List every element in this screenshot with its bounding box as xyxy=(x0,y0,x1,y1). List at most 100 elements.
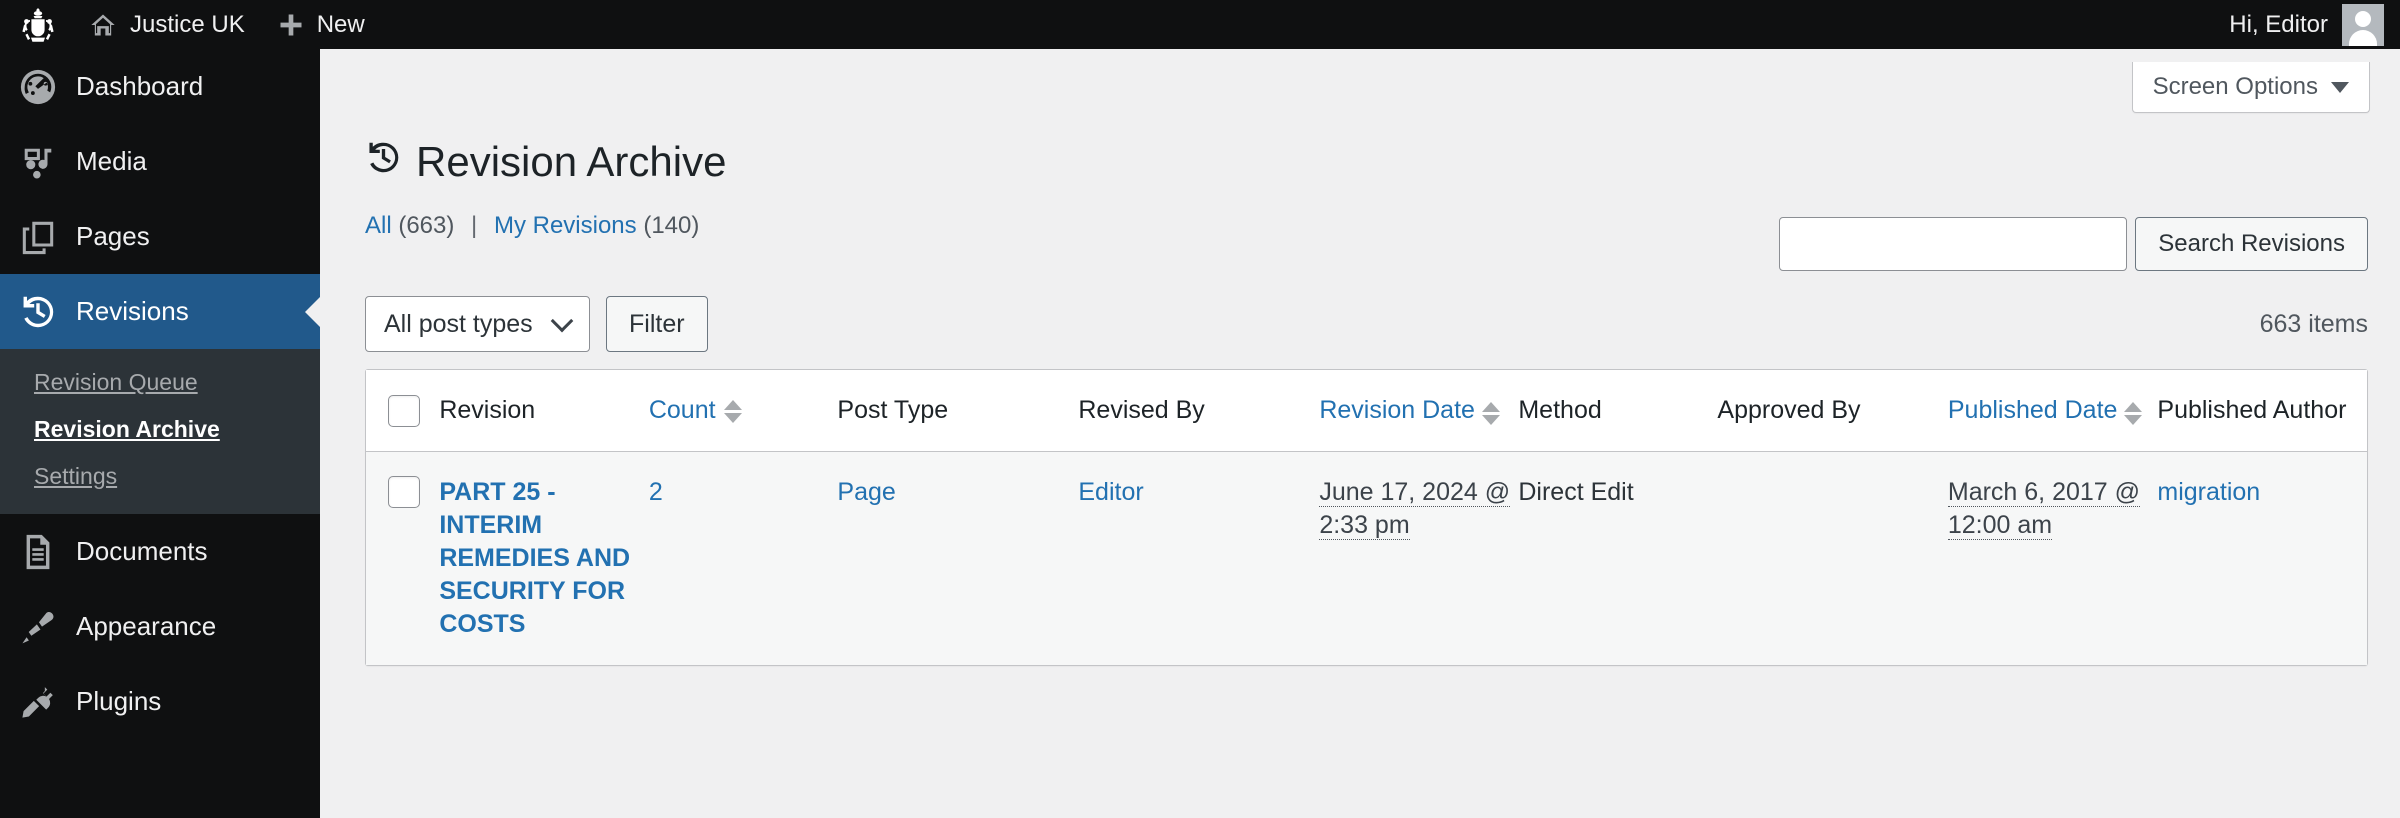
table-row: PART 25 - INTERIM REMEDIES AND SECURITY … xyxy=(366,451,2367,666)
screen-meta-links: Screen Options xyxy=(2131,62,2370,113)
published-date-value: March 6, 2017 @ 12:00 am xyxy=(1947,478,2141,540)
post-type-select[interactable]: All post types xyxy=(365,296,590,352)
new-content-label: New xyxy=(316,10,365,38)
column-header-revision-date[interactable]: Revision Date xyxy=(1319,370,1519,452)
sidebar-subitem-revision-queue[interactable]: Revision Queue xyxy=(0,359,320,406)
site-name-label: Justice UK xyxy=(130,10,245,38)
table-body: PART 25 - INTERIM REMEDIES AND SECURITY … xyxy=(366,451,2367,666)
sort-indicator-icon xyxy=(1481,401,1500,425)
wp-logo-menu-item[interactable] xyxy=(0,0,72,49)
column-sort-link-revision-date[interactable]: Revision Date xyxy=(1319,396,1475,424)
page-title-text: Revision Archive xyxy=(416,138,727,185)
new-content-menu-item[interactable]: New xyxy=(261,0,381,49)
column-header-revised-by: Revised By xyxy=(1078,370,1320,452)
view-all-count: (663) xyxy=(398,212,455,239)
cell-count: 2 xyxy=(649,452,838,666)
column-sort-block-published-date: Published Date xyxy=(1948,394,2158,427)
sort-indicator-icon xyxy=(723,399,742,423)
sidebar-item-dashboard[interactable]: Dashboard xyxy=(0,49,320,124)
sidebar-item-pages[interactable]: Pages xyxy=(0,199,320,274)
views-filter-list: All (663) | My Revisions (140) xyxy=(365,212,699,240)
view-all-link[interactable]: All xyxy=(365,212,392,239)
revisions-clock-icon xyxy=(18,292,58,332)
page-title: Revision Archive xyxy=(365,137,726,187)
screen-options-label: Screen Options xyxy=(2152,73,2318,100)
views-separator: | xyxy=(471,212,478,239)
revisions-submenu: Revision Queue Revision Archive Settings xyxy=(0,349,320,514)
revision-date-value: June 17, 2024 @ 2:33 pm xyxy=(1319,478,1511,540)
row-select-cell xyxy=(366,452,439,666)
column-header-published-date[interactable]: Published Date xyxy=(1947,370,2158,452)
avatar xyxy=(2342,3,2384,46)
table-navigation-top: All post types Filter 663 items xyxy=(365,294,2368,354)
plus-icon xyxy=(277,11,305,39)
search-revisions-button[interactable]: Search Revisions xyxy=(2135,217,2368,271)
column-header-count[interactable]: Count xyxy=(648,370,838,452)
column-header-method: Method xyxy=(1518,370,1718,452)
cell-revision-title: PART 25 - INTERIM REMEDIES AND SECURITY … xyxy=(439,452,649,666)
site-name-menu-item[interactable]: Justice UK xyxy=(72,0,261,49)
cell-method: Direct Edit xyxy=(1518,478,1634,506)
sidebar-item-revisions[interactable]: Revisions xyxy=(0,274,320,349)
admin-bar: Justice UK New Hi, Editor xyxy=(0,0,2400,49)
filter-button[interactable]: Filter xyxy=(606,296,708,352)
sidebar-item-label: Plugins xyxy=(76,686,162,716)
cell-revised-by: Editor xyxy=(1078,452,1319,666)
revisions-clock-icon xyxy=(365,137,402,187)
row-select-checkbox[interactable] xyxy=(388,476,420,508)
sidebar-item-label: Documents xyxy=(76,536,208,566)
column-header-revision: Revision xyxy=(439,370,649,452)
sidebar-item-media[interactable]: Media xyxy=(0,124,320,199)
sidebar-item-label: Revisions xyxy=(76,296,189,326)
revisions-table: Revision Count Post Type Revised By Revi… xyxy=(366,370,2367,665)
table-header-row: Revision Count Post Type Revised By Revi… xyxy=(366,370,2367,452)
search-input[interactable] xyxy=(1779,217,2128,271)
admin-sidebar-menu: Dashboard Media Pages Revisions Revision… xyxy=(0,49,320,818)
media-icon xyxy=(18,142,58,182)
documents-icon xyxy=(18,532,58,572)
screen-options-button[interactable]: Screen Options xyxy=(2131,62,2370,113)
sidebar-subitem-settings[interactable]: Settings xyxy=(0,453,320,500)
main-content: Screen Options Revision Archive All (663… xyxy=(320,49,2400,818)
home-icon xyxy=(88,11,118,39)
published-author-link[interactable]: migration xyxy=(2157,478,2260,506)
caret-down-icon xyxy=(2331,81,2349,93)
revision-count-link[interactable]: 2 xyxy=(649,478,663,506)
sort-indicator-icon xyxy=(2124,401,2143,425)
column-header-published-author: Published Author xyxy=(2157,370,2367,452)
post-type-filter[interactable]: All post types xyxy=(365,296,590,352)
sidebar-item-label: Media xyxy=(76,146,147,176)
cell-revision-date: June 17, 2024 @ 2:33 pm xyxy=(1319,452,1518,666)
search-box: Search Revisions xyxy=(1779,217,2368,271)
column-sort-block-revision-date: Revision Date xyxy=(1319,394,1518,427)
cell-published-date: March 6, 2017 @ 12:00 am xyxy=(1947,452,2158,666)
cell-approved-by xyxy=(1717,452,1947,666)
view-my-revisions-count: (140) xyxy=(643,212,700,239)
revisions-table-wrapper: Revision Count Post Type Revised By Revi… xyxy=(365,369,2368,666)
sidebar-item-label: Dashboard xyxy=(76,71,204,101)
sidebar-item-documents[interactable]: Documents xyxy=(0,514,320,589)
sidebar-item-plugins[interactable]: Plugins xyxy=(0,664,320,739)
column-sort-link-count[interactable]: Count xyxy=(649,396,716,424)
column-header-approved-by: Approved By xyxy=(1717,370,1948,452)
column-header-post-type: Post Type xyxy=(837,370,1079,452)
account-greeting: Hi, Editor xyxy=(2229,10,2328,38)
sidebar-subitem-revision-archive[interactable]: Revision Archive xyxy=(0,406,320,453)
sidebar-item-label: Pages xyxy=(76,221,150,251)
sidebar-item-appearance[interactable]: Appearance xyxy=(0,589,320,664)
post-type-link[interactable]: Page xyxy=(837,478,895,506)
admin-bar-account-area[interactable]: Hi, Editor xyxy=(2229,3,2400,46)
revised-by-link[interactable]: Editor xyxy=(1078,478,1143,506)
revision-title-link[interactable]: PART 25 - INTERIM REMEDIES AND SECURITY … xyxy=(439,478,630,638)
column-sort-link-published-date[interactable]: Published Date xyxy=(1948,396,2118,424)
cell-post-type: Page xyxy=(837,452,1078,666)
cell-published-author: migration xyxy=(2157,452,2367,666)
pages-icon xyxy=(18,217,58,257)
dashboard-icon xyxy=(18,67,58,107)
select-all-header xyxy=(366,370,440,452)
table-head: Revision Count Post Type Revised By Revi… xyxy=(366,370,2367,452)
select-all-checkbox[interactable] xyxy=(388,394,420,427)
view-my-revisions-link[interactable]: My Revisions xyxy=(494,212,637,239)
plugins-plug-icon xyxy=(18,682,58,722)
appearance-brush-icon xyxy=(18,607,58,647)
